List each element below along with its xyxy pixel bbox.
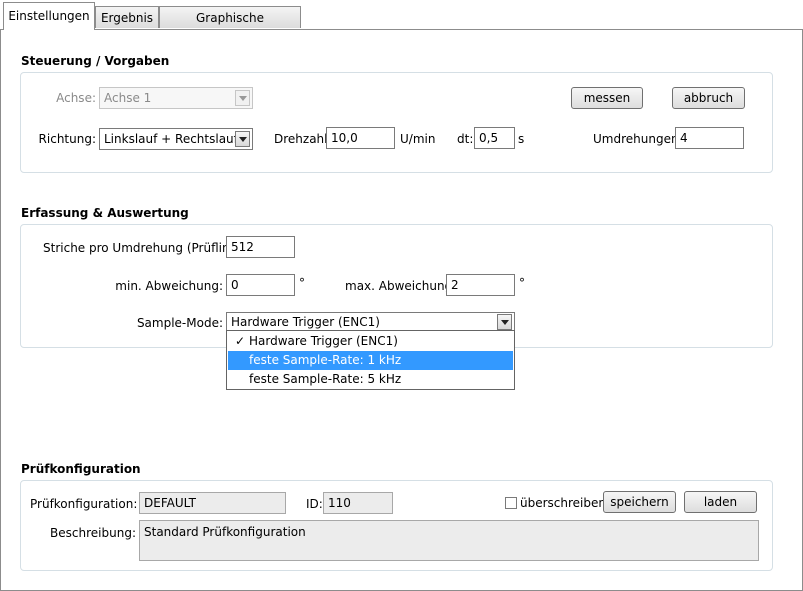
chevron-down-icon: [235, 90, 250, 106]
max-abweichung-label: max. Abweichung:: [345, 279, 457, 293]
min-abweichung-unit: °: [299, 276, 305, 290]
sample-option-label: feste Sample-Rate: 1 kHz: [249, 353, 402, 367]
id-field[interactable]: [323, 492, 393, 514]
richtung-select-value: Linkslauf + Rechtslauf: [104, 132, 238, 146]
section-title-erfassung: Erfassung & Auswertung: [21, 206, 189, 220]
striche-field[interactable]: [226, 236, 295, 258]
richtung-select[interactable]: Linkslauf + Rechtslauf: [99, 128, 253, 150]
sample-mode-select[interactable]: Hardware Trigger (ENC1): [226, 312, 515, 332]
tab-ergebnis[interactable]: Ergebnis: [95, 6, 159, 28]
ueberschreiben-checkbox[interactable]: [505, 497, 517, 509]
min-abweichung-label: min. Abweichung:: [115, 279, 223, 293]
sample-option-5khz[interactable]: feste Sample-Rate: 5 kHz: [228, 370, 513, 389]
tab-bar: Einstellungen Ergebnis Graphische Darste…: [0, 0, 803, 47]
tab-einstellungen[interactable]: Einstellungen: [3, 2, 95, 30]
max-abweichung-field[interactable]: [446, 274, 515, 296]
umdrehungen-field[interactable]: [675, 127, 744, 149]
achse-select-value: Achse 1: [104, 91, 152, 105]
check-icon: ✓: [235, 334, 246, 348]
sample-option-label: Hardware Trigger (ENC1): [249, 334, 398, 348]
speichern-button[interactable]: speichern: [603, 491, 676, 513]
chevron-down-icon: [235, 131, 250, 147]
dt-label: dt:: [457, 132, 474, 146]
sample-mode-select-value: Hardware Trigger (ENC1): [231, 315, 380, 329]
min-abweichung-field[interactable]: [226, 274, 295, 296]
section-title-pruefkonfiguration: Prüfkonfiguration: [21, 462, 141, 476]
sample-mode-label: Sample-Mode:: [136, 316, 223, 330]
sample-mode-dropdown: ✓ Hardware Trigger (ENC1) feste Sample-R…: [226, 330, 515, 390]
umdrehungen-label: Umdrehungen:: [593, 132, 683, 146]
sample-option-hardware-trigger[interactable]: ✓ Hardware Trigger (ENC1): [228, 332, 513, 351]
striche-label: Striche pro Umdrehung (Prüfling):: [43, 241, 246, 255]
max-abweichung-unit: °: [519, 276, 525, 290]
dt-field[interactable]: [474, 127, 515, 149]
pruefkonfiguration-field[interactable]: [139, 492, 286, 514]
sample-option-label: feste Sample-Rate: 5 kHz: [249, 372, 402, 386]
drehzahl-field[interactable]: [326, 127, 395, 149]
id-label: ID:: [306, 497, 323, 511]
tab-graphische-darstellung[interactable]: Graphische Darstellung: [159, 6, 301, 47]
achse-label: Achse:: [56, 91, 96, 105]
beschreibung-field[interactable]: Standard Prüfkonfiguration: [139, 520, 759, 561]
chevron-down-icon: [497, 314, 512, 330]
beschreibung-label: Beschreibung:: [50, 526, 136, 540]
pruefkonfiguration-label: Prüfkonfiguration:: [30, 497, 138, 511]
achse-select[interactable]: Achse 1: [99, 87, 253, 109]
drehzahl-unit: U/min: [400, 132, 436, 146]
messen-button[interactable]: messen: [571, 87, 643, 109]
dt-unit: s: [518, 132, 525, 146]
laden-button[interactable]: laden: [684, 491, 757, 513]
sample-option-1khz[interactable]: feste Sample-Rate: 1 kHz: [228, 351, 513, 370]
richtung-label: Richtung:: [38, 132, 96, 146]
section-title-steuerung: Steuerung / Vorgaben: [21, 54, 170, 68]
abbruch-button[interactable]: abbruch: [672, 87, 745, 109]
drehzahl-label: Drehzahl:: [274, 132, 332, 146]
ueberschreiben-label: überschreiben: [520, 496, 606, 510]
